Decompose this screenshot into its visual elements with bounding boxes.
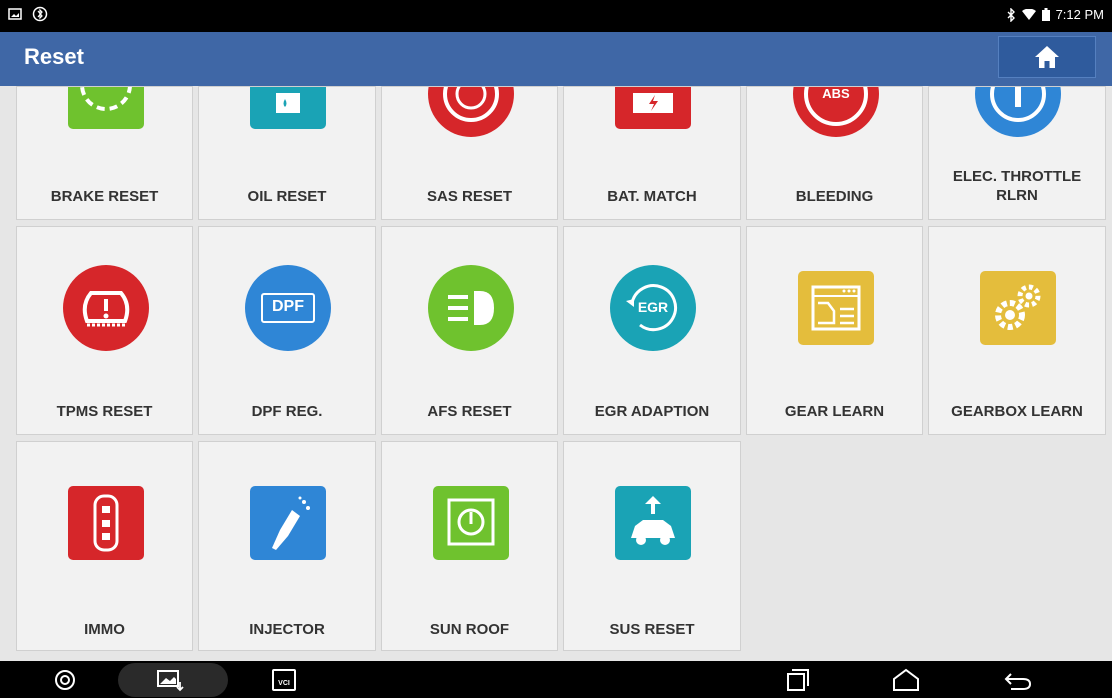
gearbox-icon — [980, 271, 1056, 345]
tile-label: OIL RESET — [247, 188, 327, 205]
headlight-icon — [428, 265, 514, 351]
tile-afs-reset[interactable]: AFS RESET — [381, 226, 558, 435]
tile-elec-throttle-rlrn[interactable]: ELEC. THROTTLE RLRN — [928, 86, 1106, 220]
tile-sun-roof[interactable]: SUN ROOF — [381, 441, 558, 651]
brake-icon — [68, 87, 144, 129]
abs-icon-text: ABS — [822, 86, 850, 101]
home-button[interactable] — [998, 36, 1096, 78]
screenshot-button[interactable] — [150, 665, 190, 695]
tile-bat-match[interactable]: BAT. MATCH — [563, 86, 741, 220]
screenshot-icon — [157, 670, 184, 692]
wifi-icon — [1021, 8, 1036, 20]
function-grid: BRAKE RESET OIL RESET SAS RESET BAT. MAT… — [0, 86, 1112, 661]
home-nav-button[interactable] — [886, 665, 926, 695]
tile-immo[interactable]: IMMO — [16, 441, 193, 651]
suspension-icon — [615, 486, 691, 560]
home-icon — [1035, 46, 1059, 68]
tile-dpf-reg[interactable]: DPF DPF REG. — [198, 226, 376, 435]
chrome-icon — [55, 670, 75, 690]
tile-label: TPMS RESET — [56, 403, 153, 420]
injector-icon — [250, 486, 326, 560]
vci-icon: VCI — [272, 669, 296, 691]
bluetooth-icon — [1007, 7, 1015, 22]
tile-label: GEARBOX LEARN — [951, 403, 1083, 420]
tile-label: SUS RESET — [609, 621, 695, 638]
sunroof-icon — [433, 486, 509, 560]
tile-label: GEAR LEARN — [784, 403, 885, 420]
oil-icon — [250, 87, 326, 129]
gallery-icon — [8, 8, 22, 20]
gear-learn-icon — [798, 271, 874, 345]
key-fob-icon — [68, 486, 144, 560]
vci-label: VCI — [278, 680, 290, 687]
tile-injector[interactable]: INJECTOR — [198, 441, 376, 651]
tile-label: EGR ADAPTION — [594, 403, 710, 420]
recent-apps-icon — [787, 669, 809, 691]
tile-label: ELEC. THROTTLE RLRN — [952, 168, 1082, 204]
status-time: 7:12 PM — [1055, 7, 1104, 22]
home-nav-icon — [893, 668, 919, 691]
back-icon — [1004, 673, 1032, 690]
tile-brake-reset[interactable]: BRAKE RESET — [16, 86, 193, 220]
throttle-icon — [975, 87, 1061, 137]
tile-gearbox-learn[interactable]: GEARBOX LEARN — [928, 226, 1106, 435]
tile-label: SUN ROOF — [429, 621, 510, 638]
recent-apps-button[interactable] — [780, 665, 816, 695]
tile-tpms-reset[interactable]: TPMS RESET — [16, 226, 193, 435]
dpf-icon-text: DPF — [272, 298, 304, 315]
page-title: Reset — [24, 44, 84, 69]
tile-label: IMMO — [84, 621, 125, 638]
tile-label: SAS RESET — [426, 188, 513, 205]
bluetooth-settings-icon — [32, 6, 48, 22]
abs-icon: ABS — [793, 86, 879, 137]
chrome-button[interactable] — [50, 665, 80, 695]
status-bar: 7:12 PM — [0, 0, 1112, 32]
tile-label: BLEEDING — [795, 188, 874, 205]
egr-icon-text: EGR — [637, 299, 669, 315]
tile-oil-reset[interactable]: OIL RESET — [198, 86, 376, 220]
egr-icon: EGR — [610, 265, 696, 351]
back-button[interactable] — [998, 665, 1038, 695]
tpms-icon — [63, 265, 149, 351]
tile-gear-learn[interactable]: GEAR LEARN — [746, 226, 923, 435]
tile-label: BRAKE RESET — [50, 188, 159, 205]
steering-wheel-icon — [428, 87, 514, 137]
battery-match-icon — [615, 87, 691, 129]
tile-sas-reset[interactable]: SAS RESET — [381, 86, 558, 220]
battery-icon — [1041, 8, 1050, 21]
tile-label: BAT. MATCH — [607, 188, 697, 205]
tile-label: INJECTOR — [249, 621, 325, 638]
tile-sus-reset[interactable]: SUS RESET — [563, 441, 741, 651]
tile-label: AFS RESET — [427, 403, 512, 420]
vci-button[interactable]: VCI — [266, 665, 302, 695]
dpf-icon: DPF — [245, 265, 331, 351]
title-bar: Reset — [0, 32, 1112, 86]
tile-egr-adaption[interactable]: EGR EGR ADAPTION — [563, 226, 741, 435]
tile-bleeding[interactable]: ABS BLEEDING — [746, 86, 923, 220]
tile-label: DPF REG. — [251, 403, 323, 420]
